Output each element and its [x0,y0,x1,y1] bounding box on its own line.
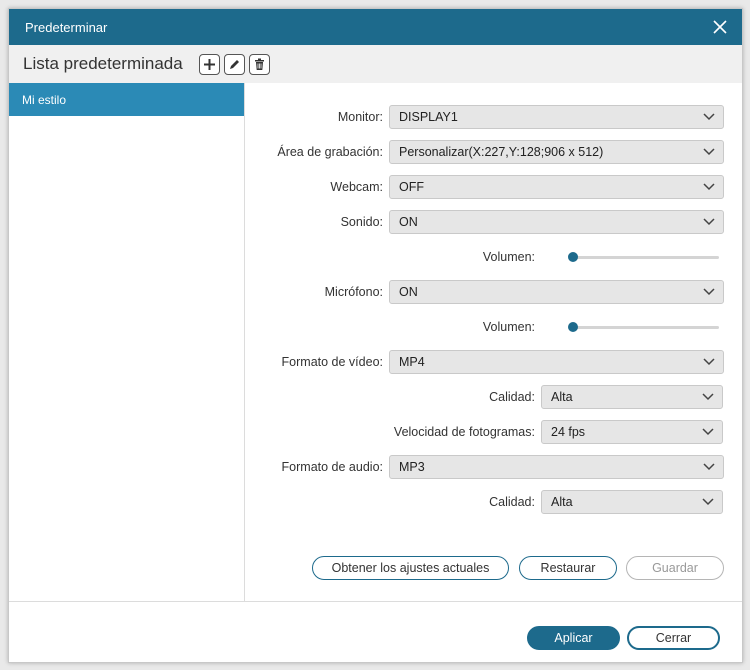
monitor-select[interactable]: DISPLAY1 [389,105,724,129]
recording-area-select[interactable]: Personalizar(X:227,Y:128;906 x 512) [389,140,724,164]
webcam-value: OFF [399,180,424,194]
mic-volume-row: Volumen: [245,315,719,339]
audio-quality-select[interactable]: Alta [541,490,723,514]
chevron-down-icon [702,428,714,436]
slider-track [569,256,719,259]
dialog-footer: Aplicar Cerrar [9,601,742,663]
pencil-icon [229,59,239,69]
audio-quality-label: Calidad: [489,495,535,509]
recording-area-row: Área de grabación: Personalizar(X:227,Y:… [245,140,724,164]
video-format-row: Formato de vídeo: MP4 [245,350,724,374]
sound-value: ON [399,215,418,229]
sound-volume-slider[interactable] [568,245,719,269]
mic-volume-label: Volumen: [482,320,535,334]
chevron-down-icon [703,358,715,366]
get-current-settings-button[interactable]: Obtener los ajustes actuales [312,556,509,580]
monitor-row: Monitor: DISPLAY1 [245,105,724,129]
trash-icon [254,58,264,70]
chevron-down-icon [703,288,715,296]
preset-toolbar: Lista predeterminada [9,45,742,83]
sound-select[interactable]: ON [389,210,724,234]
chevron-down-icon [703,218,715,226]
cancel-button[interactable]: Cerrar [627,626,720,650]
chevron-down-icon [703,148,715,156]
audio-format-value: MP3 [399,460,425,474]
frame-rate-row: Velocidad de fotogramas: 24 fps [245,420,723,444]
audio-format-row: Formato de audio: MP3 [245,455,724,479]
video-quality-label: Calidad: [489,390,535,404]
plus-icon [203,58,215,70]
chevron-down-icon [702,393,714,401]
microphone-select[interactable]: ON [389,280,724,304]
chevron-down-icon [703,113,715,121]
video-quality-value: Alta [551,390,573,404]
video-quality-row: Calidad: Alta [245,385,723,409]
add-preset-button[interactable] [198,53,220,75]
sidebar-item-mi-estilo[interactable]: Mi estilo [9,83,244,116]
slider-thumb[interactable] [568,252,578,262]
audio-format-select[interactable]: MP3 [389,455,724,479]
webcam-label: Webcam: [330,180,383,194]
recording-area-label: Área de grabación: [277,145,383,159]
preset-sidebar: Mi estilo [9,83,245,601]
monitor-label: Monitor: [337,110,383,124]
sound-volume-label: Volumen: [482,250,535,264]
restore-button[interactable]: Restaurar [519,556,617,580]
microphone-row: Micrófono: ON [245,280,724,304]
frame-rate-select[interactable]: 24 fps [541,420,723,444]
mic-volume-slider[interactable] [568,315,719,339]
sidebar-item-label: Mi estilo [22,92,67,107]
webcam-row: Webcam: OFF [245,175,724,199]
edit-preset-button[interactable] [223,53,245,75]
apply-button[interactable]: Aplicar [527,626,620,650]
preset-dialog: Predeterminar Lista predeterminada Mi es… [8,8,743,663]
recording-area-value: Personalizar(X:227,Y:128;906 x 512) [399,145,604,159]
video-quality-select[interactable]: Alta [541,385,723,409]
sound-row: Sonido: ON [245,210,724,234]
chevron-down-icon [703,463,715,471]
microphone-label: Micrófono: [324,285,383,299]
window-title: Predeterminar [25,19,108,35]
monitor-value: DISPLAY1 [399,110,458,124]
video-format-label: Formato de vídeo: [281,355,383,369]
audio-quality-row: Calidad: Alta [245,490,723,514]
sound-label: Sonido: [340,215,383,229]
video-format-value: MP4 [399,355,425,369]
video-format-select[interactable]: MP4 [389,350,724,374]
chevron-down-icon [702,498,714,506]
audio-quality-value: Alta [551,495,573,509]
slider-thumb[interactable] [568,322,578,332]
microphone-value: ON [399,285,418,299]
chevron-down-icon [703,183,715,191]
delete-preset-button[interactable] [248,53,270,75]
frame-rate-value: 24 fps [551,425,586,439]
sound-volume-row: Volumen: [245,245,719,269]
settings-panel: Monitor: DISPLAY1 Área de grabación: Per… [245,83,742,601]
save-button[interactable]: Guardar [626,556,724,580]
close-icon[interactable] [710,17,730,37]
audio-format-label: Formato de audio: [281,460,383,474]
webcam-select[interactable]: OFF [389,175,724,199]
content-area: Mi estilo Monitor: DISPLAY1 Área de grab… [9,83,742,601]
preset-list-title: Lista predeterminada [23,54,183,73]
title-bar: Predeterminar [9,9,742,45]
frame-rate-label: Velocidad de fotogramas: [393,425,535,439]
slider-track [569,326,719,329]
